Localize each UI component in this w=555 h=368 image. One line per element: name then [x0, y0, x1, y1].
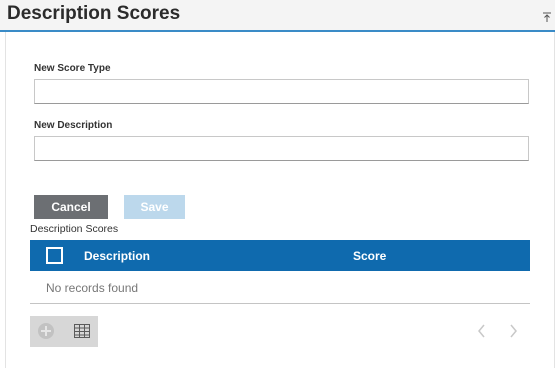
table-grid-icon[interactable]	[74, 324, 90, 338]
save-button[interactable]: Save	[124, 195, 185, 219]
description-scores-panel: Description Scores New Score Type New De…	[0, 0, 555, 368]
score-type-label: New Score Type	[34, 63, 111, 74]
collapse-up-icon[interactable]	[542, 12, 552, 22]
table-toolbar	[30, 316, 98, 347]
panel-header: Description Scores	[0, 0, 555, 32]
cancel-button[interactable]: Cancel	[34, 195, 108, 219]
empty-message: No records found	[46, 281, 139, 295]
empty-table-row: No records found	[30, 271, 530, 304]
chevron-left-icon[interactable]	[477, 324, 487, 338]
description-input[interactable]	[34, 136, 529, 161]
select-all-checkbox[interactable]	[46, 247, 63, 264]
panel-title: Description Scores	[7, 3, 181, 24]
score-type-input[interactable]	[34, 79, 529, 104]
column-header-score[interactable]: Score	[353, 249, 386, 263]
table-caption: Description Scores	[30, 223, 119, 235]
description-label: New Description	[34, 120, 113, 131]
chevron-right-icon[interactable]	[508, 324, 518, 338]
table-header-row: Description Score	[30, 240, 530, 271]
add-circle-icon[interactable]	[38, 323, 54, 339]
column-header-description[interactable]: Description	[84, 249, 150, 263]
